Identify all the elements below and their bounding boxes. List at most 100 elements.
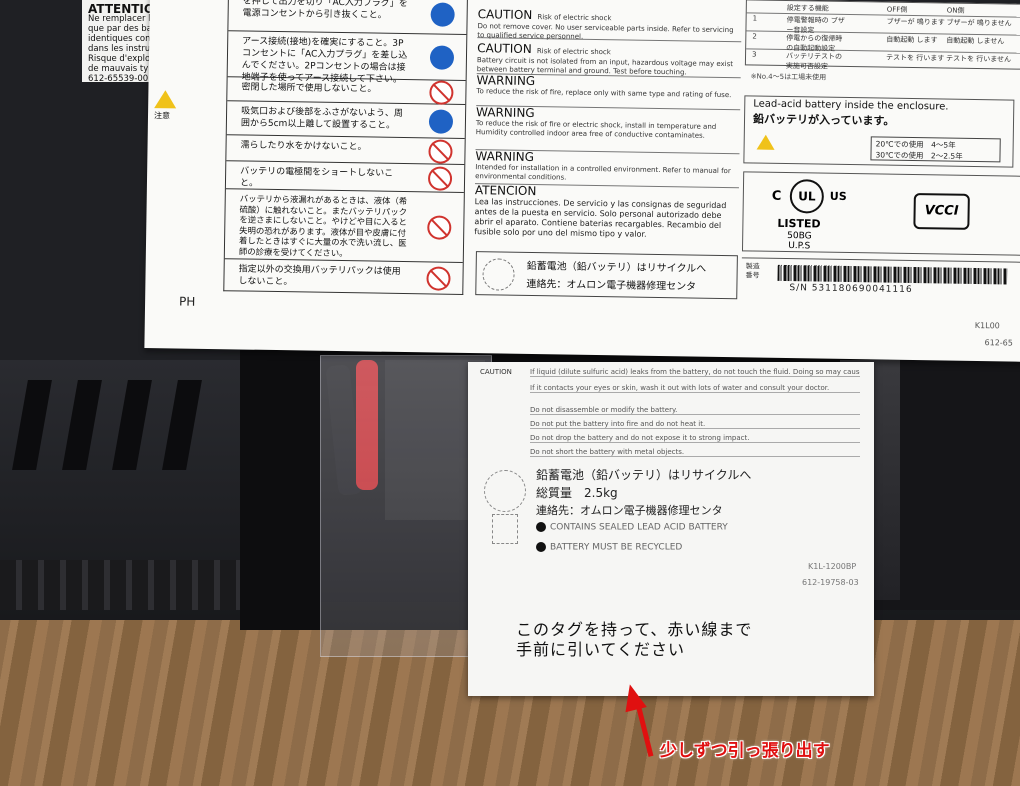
en-warning-sub: Risk of electric shock [536,47,611,57]
tag-weight: 総質量 2.5kg [536,486,618,500]
settings-cell: テストを 行います [885,53,945,63]
tag-caution-line: If liquid (dilute sulfuric acid) leaks f… [530,368,860,377]
ul-logo-icon: UL [789,179,825,214]
warning-label-sheet: 注意 を押して出力を切り「AC入力プラグ」を電源コンセントから引き抜くこと。 ア… [144,0,1020,362]
bullet-dot-icon [536,542,546,552]
jp-warning-row: バッテリの電極間をショートしないこと。 [225,161,465,193]
tag-caution-line: Do not disassemble or modify the battery… [530,406,860,415]
label-code: K1L00 [974,320,1000,331]
jp-warning-row: アース接続(接地)を確実にすること。3Pコンセントに「AC入力プラグ」を差し込ん… [227,31,467,85]
tag-caution-line: Do not short the battery with metal obje… [530,448,860,457]
en-warning-block: WARNING To reduce the risk of fire or el… [475,105,741,155]
caution-triangle-icon [756,134,775,150]
tag-contact: 連絡先：オムロン電子機器修理センタ [536,504,723,517]
tag-english-caution: CAUTION If liquid (dilute sulfuric acid)… [468,362,874,460]
ul-listed-text: LISTED [777,216,821,231]
settings-cell: 2 [752,32,757,41]
battery-life-line: 30℃での使用 2～2.5年 [875,150,963,161]
battery-pack-clear-case[interactable] [320,355,492,657]
en-warning-text: To reduce the risk of fire or electric s… [475,119,717,140]
en-warning-block: CAUTION Risk of electric shock Battery c… [476,37,742,79]
jp-warning-text: バッテリから液漏れがあるときは、液体（希硫酸）に触れないこと。またバッテリパック… [238,193,408,258]
no-water-icon [428,138,453,164]
settings-cell: ON側 [946,6,965,15]
tag-bullet-text: CONTAINS SEALED LEAD ACID BATTERY [550,522,728,533]
ul-model-code: 50BG [787,231,812,242]
en-warning-block: WARNING To reduce the risk of fire, repl… [476,73,741,111]
en-warning-heading: CAUTION [477,41,532,57]
pb-bin-icon [492,514,518,544]
en-warning-block: ATENCION Lea las instrucciones. De servi… [474,183,739,251]
en-warning-sub: Risk of electric shock [537,13,612,23]
serial-label: 製造 番号 [746,262,760,280]
bullet-dot-icon [536,522,546,532]
settings-row: 3 バッテリテストの 実施可否設定 テストを 行います テストを 行いません [746,48,1020,71]
tag-recycle-line: 鉛蓄電池（鉛バッテリ）はリサイクルへ [536,468,752,482]
barcode [777,264,1008,285]
tag-code: K1L-1200BP [808,562,857,571]
settings-cell: OFF側 [886,5,908,14]
tag-caution-heading: CAUTION [480,368,512,376]
recycle-label: 鉛蓄電池（鉛バッテリ）はリサイクルへ 連絡先：オムロン電子機器修理センタ [475,251,738,300]
settings-cell: バッテリテストの 実施可否設定 [785,51,843,71]
ground-icon [429,44,455,70]
settings-cell: 3 [751,50,757,59]
en-warning-text: Intended for installation in a controlle… [475,163,731,182]
ul-c-mark: C [771,188,782,204]
settings-cell: 自動起動 しません [946,36,1005,46]
prohibited-icon [426,265,451,291]
serial-label-line: 番号 [745,271,760,280]
lead-acid-japanese: 鉛バッテリが入っています。 [752,112,895,128]
tag-code: 612-19758-03 [802,578,859,587]
settings-cell: 自動起動 します [886,35,938,45]
ul-us-mark: US [829,189,847,203]
en-warning-block: WARNING Intended for installation in a c… [474,149,740,189]
recycle-line: 鉛蓄電池（鉛バッテリ）はリサイクルへ [526,260,707,275]
settings-note: ※No.4～5は工場未使用 [750,72,827,82]
serial-barcode-box: 製造 番号 S/N 531180690041116 [741,257,1020,303]
jp-warning-row: 濡らしたり水をかけないこと。 [226,135,465,165]
jp-warning-row: 吸気口および後部をふさがないよう、周囲から5cm以上離して設置すること。 [226,101,466,139]
tag-bullet: BATTERY MUST BE RECYCLED [536,542,682,553]
jp-warning-text: 指定以外の交換用バッテリパックは使用しないこと。 [238,264,401,288]
certification-box: C UL US LISTED 50BG U.P.S VCCI [741,171,1020,256]
recycle-contact: 連絡先：オムロン電子機器修理センタ [526,278,697,293]
no-touch-icon [427,214,452,240]
settings-table: 設定する機能 OFF側 ON側 1 停電警報時の ブザー音設定 ブザーが 鳴りま… [744,0,1020,71]
settings-cell: テストを 行いません [945,54,1012,64]
tag-caution-line: If it contacts your eyes or skin, wash i… [530,384,860,393]
no-short-icon [427,165,453,191]
recycle-icon [482,258,515,291]
jp-warning-text: 密閉した場所で使用しないこと。 [241,82,377,95]
jp-warning-text: バッテリの電極間をショートしないこと。 [239,166,394,189]
tag-instruction-line: このタグを持って、赤い線まで [516,620,753,639]
lead-acid-notice: Lead-acid battery inside the enclosure. … [743,95,1015,168]
settings-cell: ブザーが 鳴りません [946,18,1012,28]
jp-warning-row: を押して出力を切り「AC入力プラグ」を電源コンセントから引き抜くこと。 [228,0,467,35]
tag-caution-line: Do not put the battery into fire and do … [530,420,860,429]
tag-instruction-line: 手前に引いてください [516,640,686,659]
unplug-icon [430,1,455,27]
recycle-icon [484,470,526,512]
settings-cell: ブザーが 鳴ります [886,17,945,27]
jp-warning-row: バッテリから液漏れがあるときは、液体（希硫酸）に触れないこと。またバッテリパック… [224,189,464,263]
annotation-caption: 少しずつ引っ張り出す [660,741,830,761]
ul-model-type: U.P.S [788,241,811,252]
en-warning-block: CAUTION Risk of electric shock Do not re… [477,3,742,43]
tag-caution-line: Do not drop the battery and do not expos… [530,434,860,443]
battery-pull-tag[interactable]: CAUTION If liquid (dilute sulfuric acid)… [468,362,874,696]
photo-scene: ATTENTION Ne remplacer les batteries que… [0,0,1020,786]
serial-number: S/N 531180690041116 [789,283,913,296]
ph-mark: PH [179,294,196,309]
jp-warning-table: を押して出力を切り「AC入力プラグ」を電源コンセントから引き抜くこと。 アース接… [223,0,468,295]
en-warning-heading: CAUTION [477,7,533,23]
serial-label-line: 製造 [745,262,760,271]
vcci-logo-icon: VCCI [913,193,970,230]
jp-warning-text: 濡らしたり水をかけないこと。 [240,140,367,153]
caution-triangle-icon [154,90,177,109]
label-code: 612-65 [984,338,1013,348]
tag-bullet-text: BATTERY MUST BE RECYCLED [550,542,683,553]
tag-bullet: CONTAINS SEALED LEAD ACID BATTERY [536,522,728,533]
tag-instruction: このタグを持って、赤い線まで 手前に引いてください [516,620,752,660]
battery-life-box: 20℃での使用 4～5年 30℃での使用 2～2.5年 [870,136,1001,163]
